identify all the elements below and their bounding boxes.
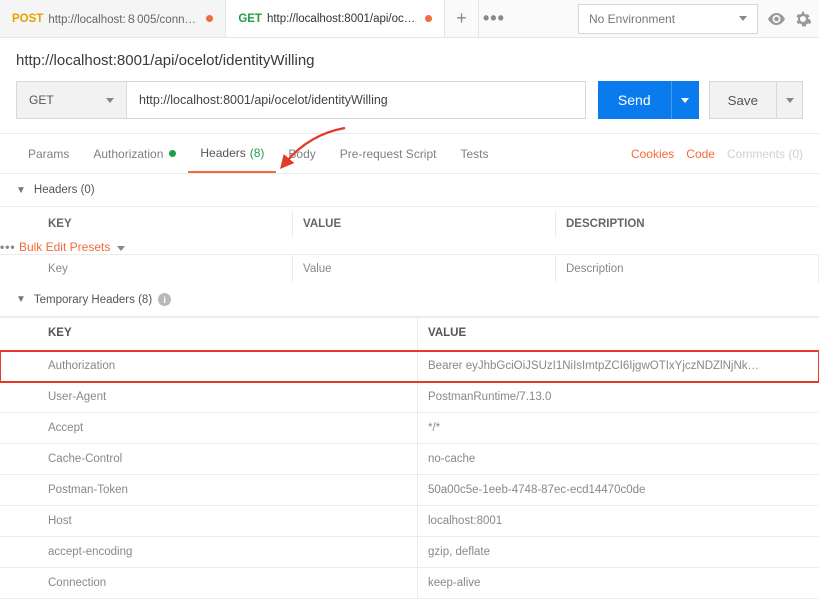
table-row: Accept*/* — [0, 413, 819, 444]
headers-table-head: KEY VALUE DESCRIPTION — [0, 206, 819, 240]
code-link[interactable]: Code — [686, 147, 715, 161]
bulk-edit-link[interactable]: Bulk Edit — [19, 240, 66, 254]
temp-headers-head: KEY VALUE — [0, 317, 819, 351]
cookies-link[interactable]: Cookies — [631, 147, 674, 161]
more-icon[interactable]: ••• — [0, 240, 16, 254]
tab-params[interactable]: Params — [16, 134, 81, 173]
presets-label: Presets — [70, 240, 111, 254]
header-value: PostmanRuntime/7.13.0 — [418, 382, 819, 413]
tab-authorization-label: Authorization — [93, 147, 163, 161]
method-select[interactable]: GET — [16, 81, 126, 119]
temp-col-value: VALUE — [418, 318, 819, 351]
unsaved-dot-icon — [206, 15, 213, 22]
header-value: 50a00c5e-1eeb-4748-87ec-ecd14470c0de — [418, 475, 819, 506]
send-button-caret[interactable] — [671, 81, 699, 119]
header-key: Host — [38, 506, 418, 537]
header-value: no-cache — [418, 444, 819, 475]
table-row: AuthorizationBearer eyJhbGciOiJSUzI1NiIs… — [0, 351, 819, 382]
header-value: keep-alive — [418, 568, 819, 599]
active-dot-icon — [169, 150, 176, 157]
tab-url: http://localhost:８005/connect/t — [48, 11, 198, 27]
tab-overflow-button[interactable]: ••• — [479, 0, 509, 37]
environment-select[interactable]: No Environment — [578, 4, 758, 34]
value-input[interactable]: Value — [293, 255, 556, 283]
key-input[interactable]: Key — [38, 255, 293, 283]
tab-url: http://localhost:8001/api/ocelot… — [267, 13, 417, 25]
request-title: http://localhost:8001/api/ocelot/identit… — [0, 38, 819, 81]
header-value: Bearer eyJhbGciOiJSUzI1NiIsImtpZCI6IjgwO… — [418, 351, 819, 382]
table-row: Connectionkeep-alive — [0, 568, 819, 599]
header-key: Accept — [38, 413, 418, 444]
temp-headers-count: (8) — [138, 294, 152, 306]
table-row: Postman-Token50a00c5e-1eeb-4748-87ec-ecd… — [0, 475, 819, 506]
header-key: Authorization — [38, 351, 418, 382]
header-key: Connection — [38, 568, 418, 599]
headers-section-toggle[interactable]: ▼ Headers (0) — [0, 174, 819, 206]
temp-headers-label: Temporary Headers — [34, 294, 135, 306]
chevron-down-icon — [739, 16, 747, 21]
chevron-down-icon — [106, 98, 114, 103]
headers-label: Headers — [34, 184, 77, 196]
table-row: User-AgentPostmanRuntime/7.13.0 — [0, 382, 819, 413]
chevron-down-icon — [117, 246, 125, 251]
request-tabs: Params Authorization Headers (8) Body Pr… — [0, 134, 819, 174]
tab-method: GET — [238, 13, 262, 25]
tab-method: POST — [12, 13, 43, 25]
info-icon[interactable]: i — [158, 293, 171, 306]
environment-label: No Environment — [589, 12, 675, 26]
save-button[interactable]: Save — [709, 81, 777, 119]
tab-authorization[interactable]: Authorization — [81, 134, 188, 173]
temp-headers-toggle[interactable]: ▼ Temporary Headers (8) i — [0, 283, 819, 316]
header-key: Cache-Control — [38, 444, 418, 475]
col-key: KEY — [38, 210, 293, 238]
new-tab-button[interactable]: + — [445, 0, 479, 37]
request-bar: GET Send Save — [0, 81, 819, 134]
request-tab-1[interactable]: GET http://localhost:8001/api/ocelot… — [226, 0, 445, 37]
temp-col-key: KEY — [38, 318, 418, 351]
header-key: accept-encoding — [38, 537, 418, 568]
header-value: gzip, deflate — [418, 537, 819, 568]
header-key: User-Agent — [38, 382, 418, 413]
table-row: accept-encodinggzip, deflate — [0, 537, 819, 568]
send-button[interactable]: Send — [598, 81, 671, 119]
tab-pre-request-script[interactable]: Pre-request Script — [328, 134, 449, 173]
method-label: GET — [29, 93, 54, 107]
headers-count: (8) — [250, 146, 265, 160]
comments-link[interactable]: Comments (0) — [727, 147, 803, 161]
headers-new-row[interactable]: Key Value Description — [0, 254, 819, 283]
temp-headers-table: KEY VALUE AuthorizationBearer eyJhbGciOi… — [0, 316, 819, 599]
tab-body[interactable]: Body — [276, 134, 327, 173]
tab-headers[interactable]: Headers (8) — [188, 134, 276, 173]
top-tab-bar: POST http://localhost:８005/connect/t GET… — [0, 0, 819, 38]
tab-headers-label: Headers — [200, 146, 245, 160]
save-button-caret[interactable] — [777, 81, 803, 119]
header-value: */* — [418, 413, 819, 444]
table-row: Hostlocalhost:8001 — [0, 506, 819, 537]
request-tab-0[interactable]: POST http://localhost:８005/connect/t — [0, 0, 226, 37]
url-input[interactable] — [126, 81, 586, 119]
caret-down-icon: ▼ — [16, 185, 26, 196]
header-value: localhost:8001 — [418, 506, 819, 537]
chevron-down-icon — [681, 98, 689, 103]
environment-preview-icon[interactable] — [768, 13, 785, 25]
settings-gear-icon[interactable] — [795, 11, 811, 27]
table-row: Cache-Controlno-cache — [0, 444, 819, 475]
desc-input[interactable]: Description — [556, 255, 819, 283]
chevron-down-icon — [786, 98, 794, 103]
unsaved-dot-icon — [425, 15, 432, 22]
headers-count-small: (0) — [81, 184, 95, 196]
col-desc: DESCRIPTION — [556, 210, 819, 238]
col-value: VALUE — [293, 210, 556, 238]
tab-tests[interactable]: Tests — [448, 134, 500, 173]
presets-link[interactable]: Presets — [70, 240, 125, 254]
header-key: Postman-Token — [38, 475, 418, 506]
caret-down-icon: ▼ — [16, 294, 26, 305]
